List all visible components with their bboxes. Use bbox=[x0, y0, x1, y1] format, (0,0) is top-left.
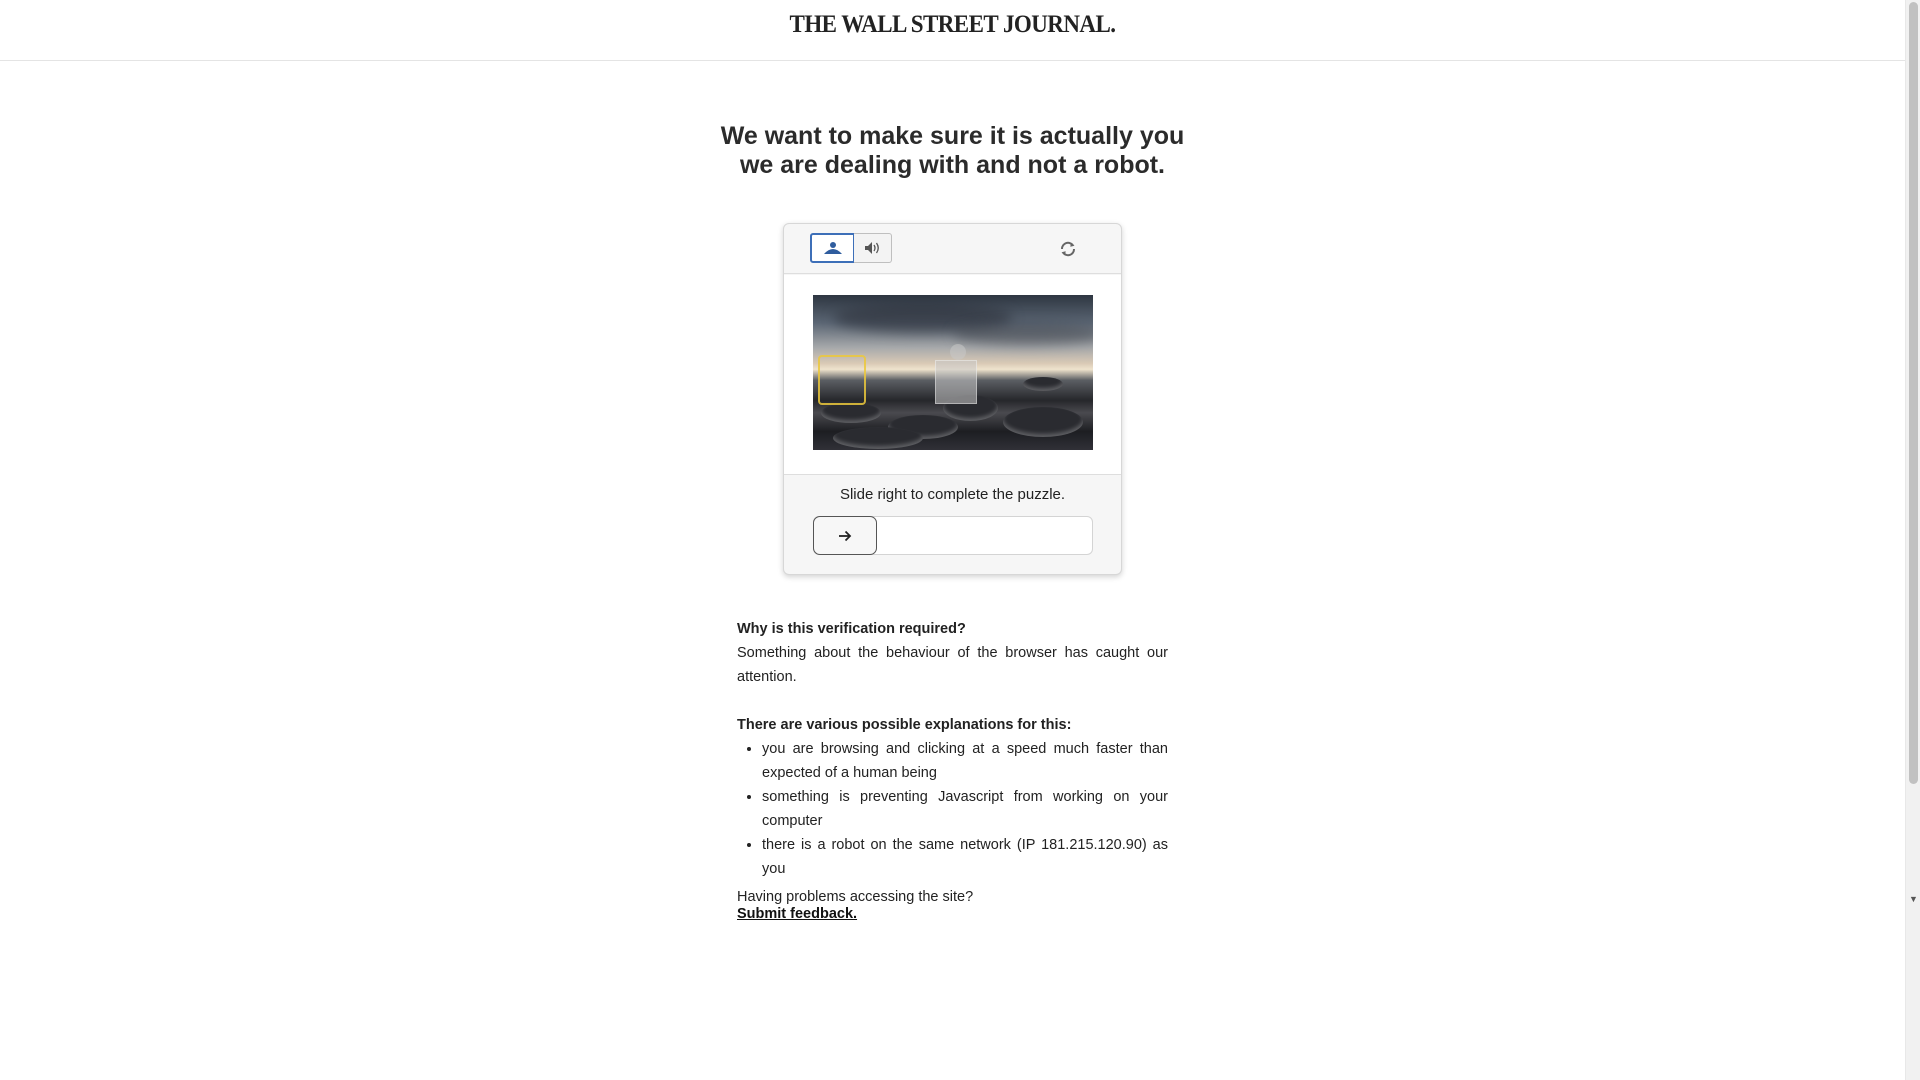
list-item: you are browsing and clicking at a speed… bbox=[762, 737, 1168, 785]
puzzle-piece[interactable] bbox=[818, 355, 866, 405]
title-line-2: we are dealing with and not a robot. bbox=[739, 151, 1166, 179]
explanations-list: you are browsing and clicking at a speed… bbox=[762, 737, 1168, 881]
puzzle-rock bbox=[821, 403, 881, 423]
page-scrollbar[interactable]: ▼ bbox=[1905, 0, 1920, 1080]
why-heading: Why is this verification required? bbox=[737, 621, 966, 637]
submit-feedback-link[interactable]: Submit feedback. bbox=[737, 906, 857, 922]
audio-challenge-button[interactable] bbox=[854, 233, 892, 263]
captcha-instruction: Slide right to complete the puzzle. bbox=[839, 486, 1066, 503]
puzzle-target-slot bbox=[935, 360, 977, 404]
scroll-down-arrow-icon[interactable]: ▼ bbox=[1906, 892, 1920, 906]
captcha-body bbox=[784, 275, 1121, 475]
arrow-right-icon bbox=[839, 530, 852, 541]
list-item: something is preventing Javascript from … bbox=[762, 785, 1168, 833]
puzzle-cloud bbox=[953, 323, 1093, 345]
verification-info: Why is this verification required? Somet… bbox=[737, 617, 1168, 923]
page-title: We want to make sure it is actually you … bbox=[700, 122, 1205, 180]
puzzle-rock bbox=[1023, 377, 1063, 391]
problems-text: Having problems accessing the site? bbox=[737, 889, 974, 905]
scrollbar-thumb[interactable] bbox=[1909, 2, 1918, 784]
puzzle-rock bbox=[1003, 407, 1083, 437]
refresh-icon bbox=[1060, 241, 1076, 257]
puzzle-rock bbox=[833, 427, 923, 449]
captcha-widget: Slide right to complete the puzzle. bbox=[783, 223, 1122, 575]
explanations-heading: There are various possible explanations … bbox=[737, 717, 1072, 733]
speaker-icon bbox=[864, 242, 879, 254]
list-item: there is a robot on the same network (IP… bbox=[762, 833, 1168, 881]
puzzle-target-knob bbox=[950, 344, 966, 360]
captcha-toolbar bbox=[784, 224, 1121, 274]
image-challenge-button[interactable] bbox=[810, 233, 855, 263]
slider-handle[interactable] bbox=[813, 516, 877, 555]
landscape-icon bbox=[823, 242, 842, 254]
refresh-button[interactable] bbox=[1057, 238, 1079, 260]
problems-section: Having problems accessing the site? Subm… bbox=[737, 889, 1168, 923]
site-header: THE WALL STREET JOURNAL. bbox=[0, 0, 1905, 61]
wsj-logo[interactable]: THE WALL STREET JOURNAL. bbox=[76, 11, 1829, 39]
title-line-1: We want to make sure it is actually you bbox=[720, 122, 1185, 150]
puzzle-image bbox=[813, 295, 1093, 450]
why-text: Something about the behaviour of the bro… bbox=[737, 645, 1168, 685]
